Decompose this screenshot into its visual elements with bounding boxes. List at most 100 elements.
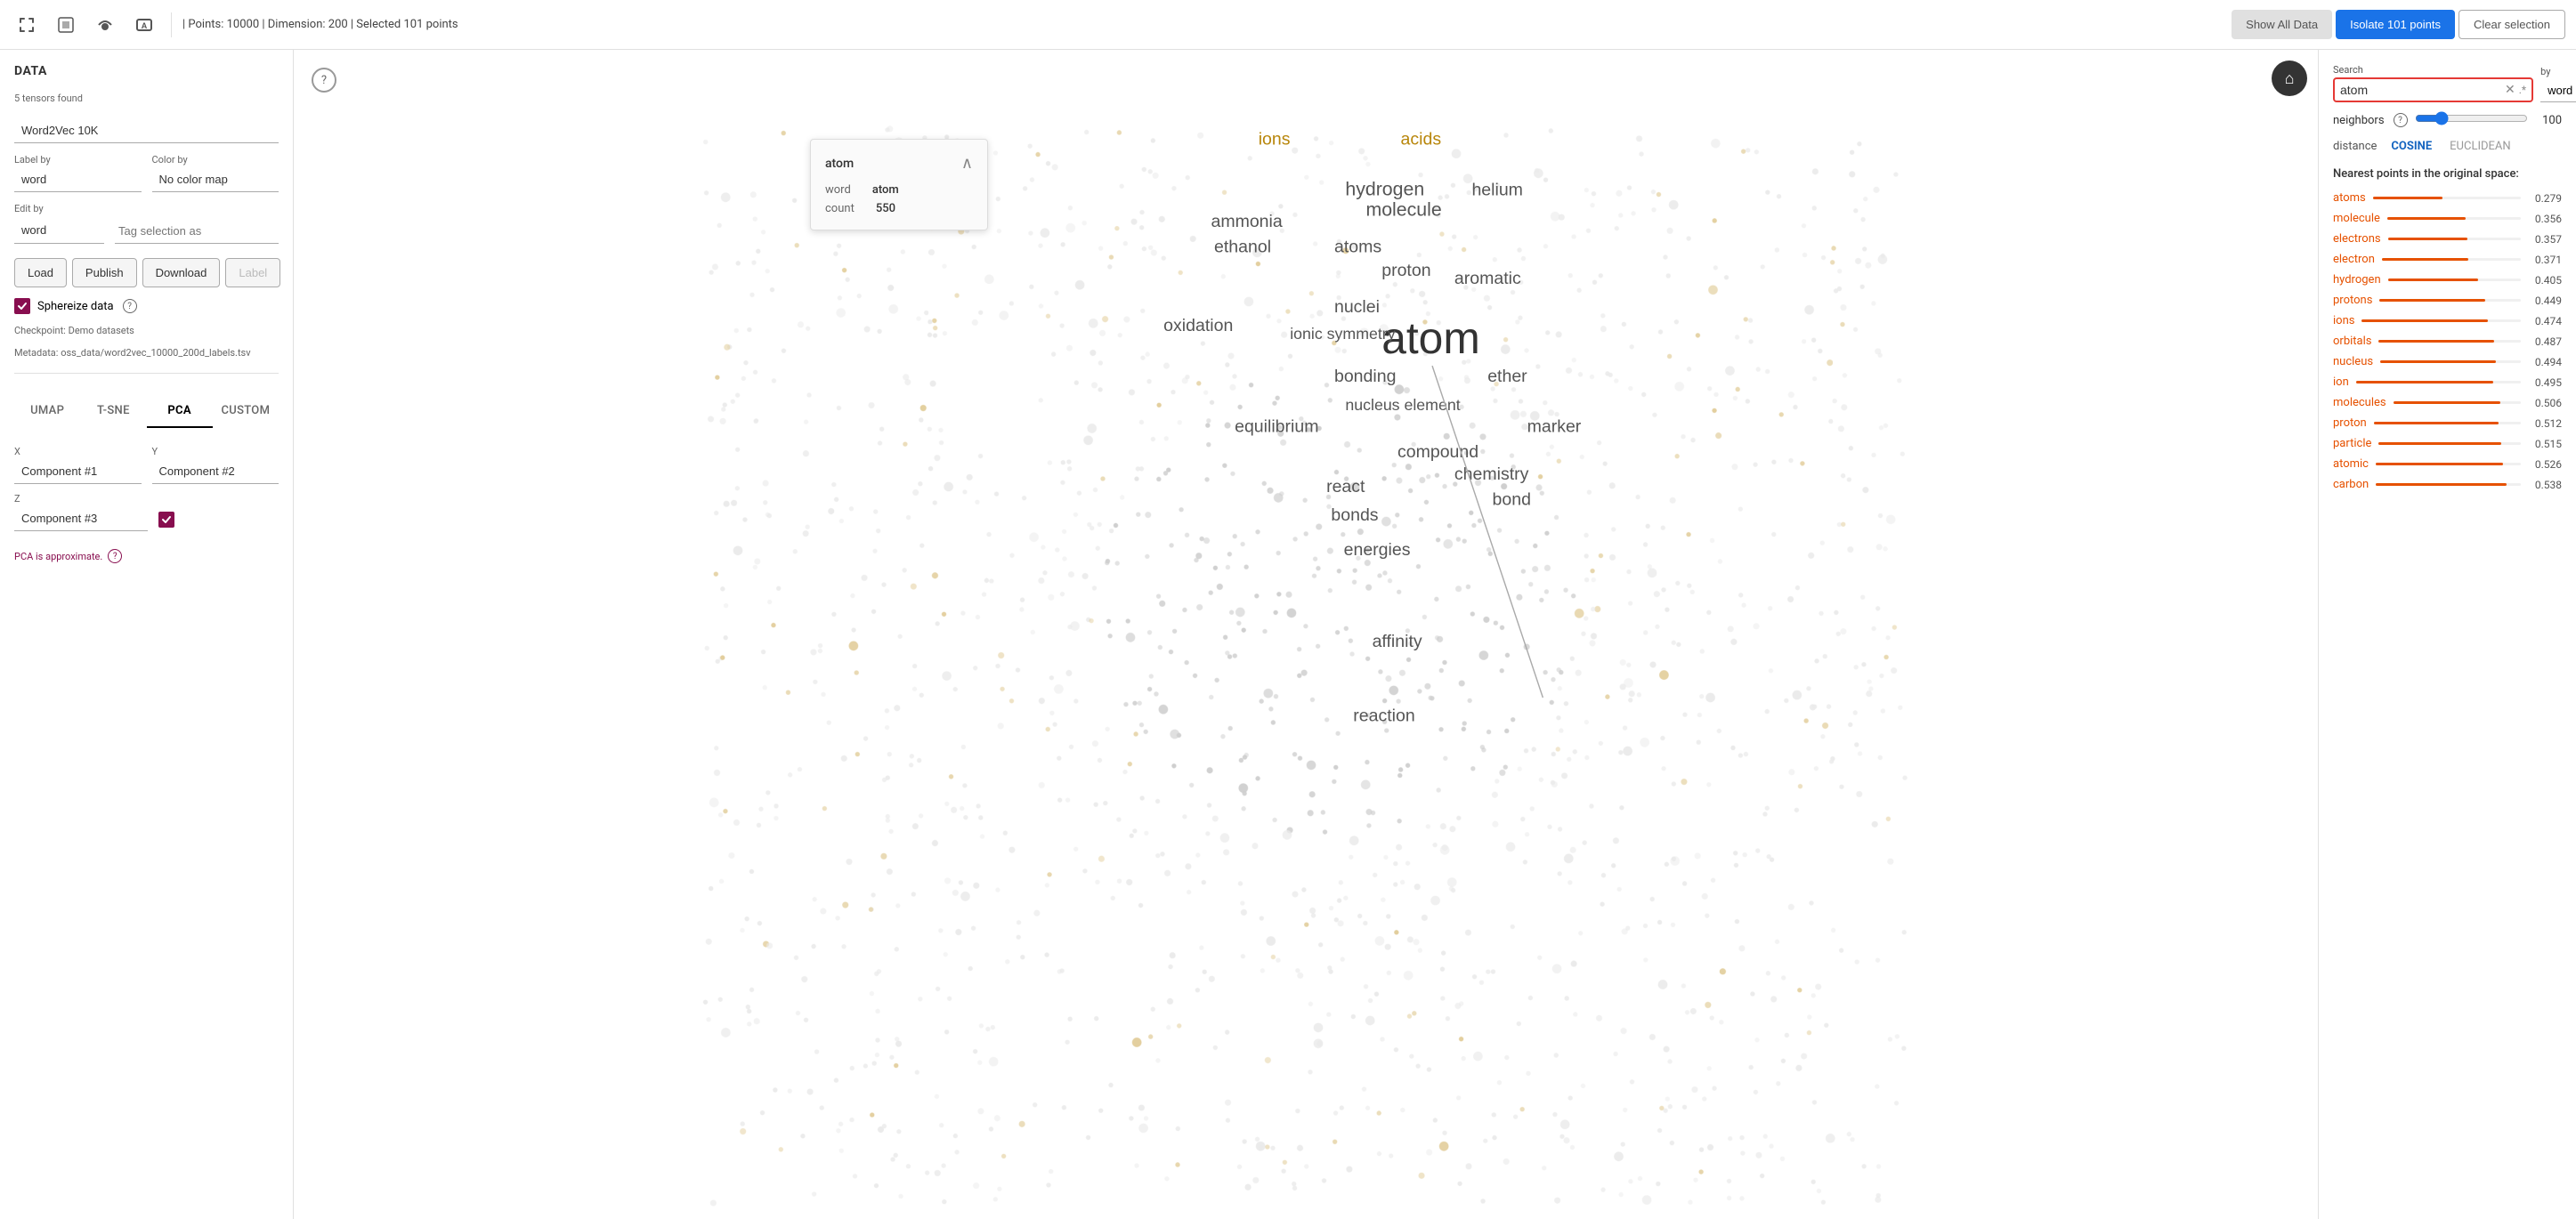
svg-text:bonding: bonding — [1334, 367, 1396, 386]
show-all-button[interactable]: Show All Data — [2232, 10, 2332, 39]
scatter-canvas[interactable]: ? ⌂ ions acids hydrogen helium ammonia m… — [294, 50, 2318, 1219]
nearest-val: 0.495 — [2528, 376, 2562, 389]
toggle-icon[interactable] — [89, 9, 121, 41]
y-col: Y Component #2 — [152, 446, 279, 484]
search-clear-icon[interactable]: ✕ — [2505, 83, 2515, 97]
x-col: X Component #1 — [14, 446, 142, 484]
nearest-word[interactable]: electron — [2333, 253, 2375, 266]
isolate-button[interactable]: Isolate 101 points — [2336, 10, 2455, 39]
nearest-item: proton 0.512 — [2333, 415, 2562, 432]
tab-umap[interactable]: UMAP — [14, 395, 80, 428]
search-regex-icon[interactable]: .* — [2519, 84, 2526, 96]
sphereize-help-icon[interactable]: ? — [123, 299, 137, 313]
z-checkbox[interactable] — [158, 512, 174, 528]
svg-text:ammonia: ammonia — [1211, 212, 1282, 231]
scatter-plot[interactable]: ions acids hydrogen helium ammonia molec… — [294, 50, 2318, 1219]
nearest-word[interactable]: proton — [2333, 416, 2367, 430]
pca-help-icon[interactable]: ? — [108, 549, 122, 563]
nearest-word[interactable]: carbon — [2333, 478, 2369, 491]
help-circle[interactable]: ? — [312, 68, 336, 93]
nearest-word[interactable]: orbitals — [2333, 335, 2371, 348]
dataset-select[interactable]: Word2Vec 10K — [14, 118, 279, 143]
svg-text:equilibrium: equilibrium — [1235, 417, 1318, 437]
nearest-val: 0.526 — [2528, 458, 2562, 471]
clear-selection-button[interactable]: Clear selection — [2459, 10, 2565, 39]
selection-icon[interactable] — [11, 9, 43, 41]
nearest-bar-wrap — [2356, 381, 2521, 383]
label-button[interactable]: Label — [225, 258, 280, 287]
search-input[interactable] — [2340, 83, 2501, 97]
nearest-word[interactable]: particle — [2333, 437, 2371, 450]
nearest-bar-wrap — [2376, 463, 2521, 465]
nearest-bar — [2387, 217, 2467, 220]
nearest-bar — [2376, 483, 2507, 486]
popup-close-button[interactable]: ∧ — [961, 154, 973, 173]
z-row: Z Component #3 — [14, 493, 279, 531]
x-select[interactable]: Component #1 — [14, 459, 142, 484]
neighbors-help-icon[interactable]: ? — [2394, 113, 2408, 127]
tab-pca[interactable]: PCA — [147, 395, 213, 428]
cosine-option[interactable]: COSINE — [2387, 138, 2435, 155]
color-by-select[interactable]: No color map — [152, 167, 279, 192]
nearest-word[interactable]: nucleus — [2333, 355, 2373, 368]
neighbors-row: neighbors ? 100 — [2333, 111, 2562, 129]
checkpoint-value: Demo datasets — [69, 325, 134, 336]
nearest-word[interactable]: molecule — [2333, 212, 2380, 225]
y-select[interactable]: Component #2 — [152, 459, 279, 484]
svg-text:reaction: reaction — [1353, 706, 1414, 726]
popup-header: atom ∧ — [825, 154, 973, 173]
download-button[interactable]: Download — [142, 258, 221, 287]
nearest-item: atoms 0.279 — [2333, 190, 2562, 206]
left-panel: DATA 5 tensors found Word2Vec 10K Label … — [0, 50, 294, 1219]
sphereize-checkbox[interactable] — [14, 298, 30, 314]
svg-text:helium: helium — [1471, 180, 1523, 199]
label-by-select[interactable]: word — [14, 167, 142, 192]
nearest-word[interactable]: protons — [2333, 294, 2372, 307]
nearest-word[interactable]: molecules — [2333, 396, 2386, 409]
night-mode-icon[interactable] — [50, 9, 82, 41]
search-section: Search ✕ .* by word — [2333, 64, 2562, 102]
label-icon[interactable]: A — [128, 9, 160, 41]
load-button[interactable]: Load — [14, 258, 67, 287]
dataset-row: Word2Vec 10K — [14, 118, 279, 143]
nearest-bar — [2374, 422, 2499, 424]
svg-text:atoms: atoms — [1334, 237, 1381, 256]
nearest-bar-wrap — [2361, 319, 2521, 322]
nearest-word[interactable]: ion — [2333, 375, 2349, 389]
neighbors-slider[interactable] — [2415, 111, 2528, 125]
label-color-row: Label by word Color by No color map — [14, 154, 279, 192]
nearest-word[interactable]: atoms — [2333, 191, 2366, 205]
action-buttons: Load Publish Download Label — [14, 258, 279, 287]
euclidean-option[interactable]: EUCLIDEAN — [2446, 138, 2515, 155]
nearest-word[interactable]: atomic — [2333, 457, 2369, 471]
edit-by-select[interactable]: word — [14, 216, 104, 244]
tensors-found: 5 tensors found — [14, 93, 279, 104]
nearest-bar — [2361, 319, 2487, 322]
separator — [171, 12, 172, 37]
z-select[interactable]: Component #3 — [14, 506, 148, 531]
by-select[interactable]: word — [2540, 79, 2576, 102]
svg-text:ionic symmetry: ionic symmetry — [1290, 325, 1395, 343]
nearest-val: 0.357 — [2528, 233, 2562, 246]
edit-by-col: Edit by word — [14, 203, 104, 244]
nearest-bar-wrap — [2387, 217, 2521, 220]
nearest-bar — [2376, 463, 2503, 465]
nearest-word[interactable]: ions — [2333, 314, 2354, 327]
home-button[interactable]: ⌂ — [2272, 61, 2307, 96]
nearest-val: 0.506 — [2528, 397, 2562, 409]
publish-button[interactable]: Publish — [72, 258, 137, 287]
popup-word-row: word atom — [825, 183, 973, 197]
nearest-word[interactable]: hydrogen — [2333, 273, 2381, 287]
tab-custom[interactable]: CUSTOM — [213, 395, 279, 428]
nearest-word[interactable]: electrons — [2333, 232, 2381, 246]
nearest-bar — [2378, 340, 2493, 343]
nearest-bar-wrap — [2382, 258, 2521, 261]
svg-text:ether: ether — [1487, 367, 1527, 386]
nearest-item: hydrogen 0.405 — [2333, 271, 2562, 288]
nearest-val: 0.356 — [2528, 213, 2562, 225]
nearest-bar — [2382, 258, 2468, 261]
nearest-bar-wrap — [2378, 442, 2521, 445]
tab-tsne[interactable]: T-SNE — [80, 395, 146, 428]
nearest-val: 0.515 — [2528, 438, 2562, 450]
tag-input[interactable] — [115, 219, 279, 244]
